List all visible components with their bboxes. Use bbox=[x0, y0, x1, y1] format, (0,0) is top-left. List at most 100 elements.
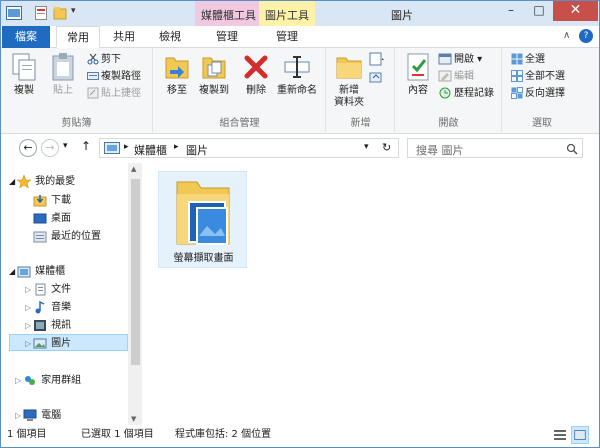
maximize-button[interactable]: □ bbox=[525, 1, 553, 21]
address-bar[interactable]: ▸ 媒體櫃 ▸ 圖片 ▾ ↻ bbox=[99, 138, 399, 158]
nav-documents-label: 文件 bbox=[51, 284, 72, 295]
properties-icon[interactable] bbox=[35, 6, 47, 20]
new-folder-quick-icon[interactable] bbox=[53, 6, 67, 20]
select-all-button[interactable]: 全選 bbox=[511, 52, 545, 68]
nav-recent[interactable]: 最近的位置 bbox=[33, 228, 101, 245]
nav-libraries-label: 媒體櫃 bbox=[35, 266, 66, 277]
copy-to-button[interactable]: 複製到 bbox=[194, 52, 234, 97]
expand-arrow-icon[interactable]: ◢ bbox=[9, 267, 15, 276]
rename-label: 重新命名 bbox=[277, 85, 317, 96]
collapse-arrow-icon[interactable]: ▷ bbox=[15, 376, 21, 385]
desktop-icon bbox=[33, 213, 47, 223]
select-none-button[interactable]: 全部不選 bbox=[511, 69, 565, 85]
crumb-libraries[interactable]: 媒體櫃 bbox=[134, 142, 167, 158]
tab-manage-picture[interactable]: 管理 bbox=[259, 26, 315, 48]
crumb-separator-icon[interactable]: ▸ bbox=[124, 142, 129, 152]
new-item-button[interactable] bbox=[369, 52, 387, 68]
collapse-arrow-icon[interactable]: ▷ bbox=[25, 303, 31, 312]
ribbon: 複製 貼上 剪下 複製路徑 貼上捷徑 剪貼簿 移至 複製到 刪除 重新命名 組合… bbox=[1, 48, 599, 134]
nav-music[interactable]: ▷ 音樂 bbox=[25, 299, 71, 316]
paste-shortcut-icon bbox=[87, 87, 99, 99]
status-bar: 1 個項目 已選取 1 個項目 程式庫包括: 2 個位置 bbox=[1, 425, 599, 447]
crumb-pictures[interactable]: 圖片 bbox=[186, 142, 208, 158]
close-button[interactable]: ✕ bbox=[553, 1, 598, 21]
cut-button[interactable]: 剪下 bbox=[87, 52, 121, 68]
open-button[interactable]: 開啟 ▾ bbox=[438, 52, 482, 68]
rename-button[interactable]: 重新命名 bbox=[272, 52, 322, 97]
nav-desktop[interactable]: 桌面 bbox=[33, 210, 71, 227]
window-icon[interactable] bbox=[6, 6, 22, 20]
nav-downloads[interactable]: 下載 bbox=[33, 192, 71, 209]
delete-button[interactable]: 刪除 bbox=[240, 52, 272, 97]
window-title: 圖片 bbox=[391, 9, 413, 22]
forward-button[interactable]: → bbox=[41, 139, 59, 157]
new-folder-icon bbox=[336, 57, 362, 79]
organize-group-label: 組合管理 bbox=[219, 118, 260, 129]
tab-view[interactable]: 檢視 bbox=[148, 26, 192, 48]
paste-shortcut-label: 貼上捷徑 bbox=[101, 88, 141, 99]
collapse-arrow-icon[interactable]: ▷ bbox=[25, 339, 31, 348]
minimize-button[interactable]: – bbox=[497, 1, 525, 21]
nav-homegroup[interactable]: ▷ 家用群組 bbox=[15, 372, 81, 389]
help-icon[interactable]: ? bbox=[579, 29, 593, 43]
nav-videos[interactable]: ▷ 視訊 bbox=[25, 317, 71, 334]
scissors-icon bbox=[87, 53, 99, 65]
ribbon-tabs: 檔案 常用 共用 檢視 管理 管理 ∧ ? bbox=[1, 26, 599, 48]
nav-videos-label: 視訊 bbox=[51, 320, 72, 331]
ribbon-collapse-icon[interactable]: ∧ bbox=[563, 30, 570, 41]
recent-locations-icon[interactable]: ▾ bbox=[63, 141, 68, 151]
nav-computer[interactable]: ▷ 電腦 bbox=[15, 407, 61, 424]
properties-label: 內容 bbox=[408, 85, 428, 96]
nav-desktop-label: 桌面 bbox=[51, 213, 71, 224]
folder-tile[interactable]: 螢幕擷取畫面 bbox=[158, 171, 247, 268]
properties-button[interactable]: 內容 bbox=[400, 52, 436, 97]
nav-documents[interactable]: ▷ 文件 bbox=[25, 281, 71, 298]
scroll-down-icon[interactable]: ▼ bbox=[131, 415, 136, 423]
library-icon bbox=[104, 142, 120, 154]
tab-home[interactable]: 常用 bbox=[56, 26, 100, 48]
paste-shortcut-button[interactable]: 貼上捷徑 bbox=[87, 86, 141, 102]
up-button[interactable]: ↑ bbox=[81, 139, 91, 153]
nav-libraries[interactable]: ◢ 媒體櫃 bbox=[9, 263, 65, 280]
quick-access-dropdown[interactable]: ▾ bbox=[71, 6, 76, 16]
tab-manage-library[interactable]: 管理 bbox=[197, 26, 257, 48]
easy-access-icon bbox=[369, 72, 382, 83]
expand-arrow-icon[interactable]: ◢ bbox=[9, 177, 15, 186]
tab-file[interactable]: 檔案 bbox=[2, 26, 50, 48]
edit-button[interactable]: 編輯 bbox=[438, 69, 474, 85]
scroll-up-icon[interactable]: ▲ bbox=[131, 165, 136, 173]
invert-selection-button[interactable]: 反向選擇 bbox=[511, 86, 565, 102]
status-selected-count: 已選取 1 個項目 bbox=[81, 429, 154, 440]
collapse-arrow-icon[interactable]: ▷ bbox=[25, 285, 31, 294]
nav-recent-label: 最近的位置 bbox=[51, 231, 101, 242]
delete-label: 刪除 bbox=[246, 85, 266, 96]
copy-path-button[interactable]: 複製路徑 bbox=[87, 69, 141, 85]
copy-to-icon bbox=[202, 57, 226, 79]
details-view-icon[interactable] bbox=[553, 428, 567, 442]
back-button[interactable]: ← bbox=[19, 139, 37, 157]
easy-access-button[interactable] bbox=[369, 70, 387, 86]
recent-places-icon bbox=[33, 231, 47, 242]
copy-icon bbox=[12, 53, 36, 81]
collapse-arrow-icon[interactable]: ▷ bbox=[25, 321, 31, 330]
select-group: 全選 全部不選 反向選擇 選取 bbox=[503, 48, 581, 132]
search-icon[interactable] bbox=[566, 143, 578, 155]
nav-scrollbar-thumb[interactable] bbox=[131, 179, 140, 365]
invert-selection-label: 反向選擇 bbox=[525, 88, 565, 99]
nav-pictures[interactable]: ▷ 圖片 bbox=[9, 334, 128, 351]
tab-share[interactable]: 共用 bbox=[104, 26, 144, 48]
search-input[interactable]: 搜尋 圖片 bbox=[407, 138, 583, 158]
nav-favorites[interactable]: ◢ 我的最愛 bbox=[9, 173, 75, 190]
collapse-arrow-icon[interactable]: ▷ bbox=[15, 411, 21, 420]
crumb-separator-icon[interactable]: ▸ bbox=[174, 142, 179, 152]
move-to-button[interactable]: 移至 bbox=[160, 52, 194, 97]
new-folder-button[interactable]: 新增 資料夾 bbox=[329, 52, 369, 109]
history-button[interactable]: 歷程記錄 bbox=[438, 86, 494, 102]
address-dropdown-icon[interactable]: ▾ bbox=[364, 142, 369, 152]
refresh-icon[interactable]: ↻ bbox=[382, 141, 391, 154]
context-media-label: 媒體櫃工具 bbox=[201, 9, 256, 22]
large-icons-view-icon[interactable] bbox=[571, 426, 589, 444]
paste-button[interactable]: 貼上 bbox=[45, 52, 81, 97]
copy-button[interactable]: 複製 bbox=[7, 52, 41, 97]
open-dropdown-icon[interactable]: ▾ bbox=[474, 54, 482, 65]
